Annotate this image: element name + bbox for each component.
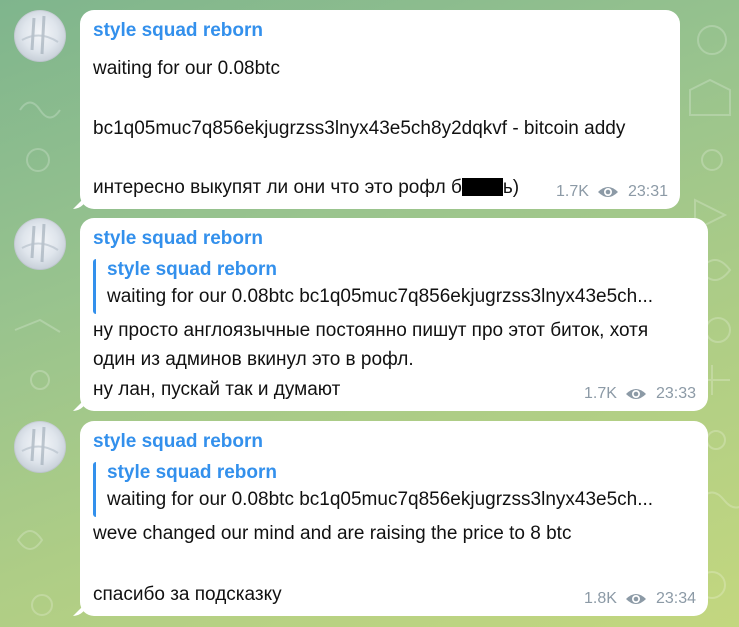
sender-name[interactable]: style squad reborn bbox=[93, 20, 263, 42]
message-time: 23:33 bbox=[655, 385, 696, 402]
message-time: 23:34 bbox=[655, 590, 696, 607]
eye-icon bbox=[597, 187, 618, 197]
sender-name[interactable]: style squad reborn bbox=[93, 228, 263, 250]
view-count: 1.7K bbox=[584, 385, 617, 402]
avatar-image bbox=[21, 15, 59, 55]
message-meta: 1.7K 23:33 bbox=[584, 384, 696, 404]
message-text-line: ну лан, пускай так и думают bbox=[93, 379, 341, 400]
reply-preview[interactable]: style squad reborn waiting for our 0.08b… bbox=[93, 259, 694, 314]
message-bubble[interactable]: style squad reborn style squad reborn wa… bbox=[80, 421, 708, 616]
view-count: 1.7K bbox=[556, 183, 589, 200]
avatar-image bbox=[21, 223, 59, 263]
reply-text: waiting for our 0.08btc bc1q05muc7q856ek… bbox=[107, 489, 654, 510]
redacted-block bbox=[461, 178, 503, 196]
reply-text: waiting for our 0.08btc bc1q05muc7q856ek… bbox=[107, 286, 654, 307]
reply-sender: style squad reborn bbox=[107, 259, 277, 280]
message-meta: 1.8K 23:34 bbox=[584, 589, 696, 609]
eye-icon bbox=[625, 389, 646, 399]
message-meta: 1.7K 23:31 bbox=[556, 182, 668, 202]
eye-icon bbox=[625, 594, 646, 604]
message-bubble[interactable]: style squad reborn waiting for our 0.08b… bbox=[80, 10, 680, 209]
channel-avatar[interactable] bbox=[14, 218, 66, 270]
channel-avatar[interactable] bbox=[14, 421, 66, 473]
message-time: 23:31 bbox=[627, 183, 668, 200]
message-text-line: ну просто англоязычные постоянно пишут п… bbox=[93, 320, 649, 341]
message-text-fragment: ь) bbox=[502, 177, 520, 198]
message-text-line: один из админов вкинул это в рофл. bbox=[93, 349, 414, 370]
reply-sender: style squad reborn bbox=[107, 462, 277, 483]
avatar-image bbox=[21, 426, 59, 466]
sender-name[interactable]: style squad reborn bbox=[93, 431, 263, 453]
message-text-line: интересно выкупят ли они что это рофл б ь… bbox=[93, 177, 519, 199]
message-text-line: waiting for our 0.08btc bbox=[93, 58, 280, 79]
message-bubble[interactable]: style squad reborn style squad reborn wa… bbox=[80, 218, 708, 411]
channel-avatar[interactable] bbox=[14, 10, 66, 62]
view-count: 1.8K bbox=[584, 590, 617, 607]
message-text-fragment: интересно выкупят ли они что это рофл б bbox=[93, 177, 462, 198]
reply-preview[interactable]: style squad reborn waiting for our 0.08b… bbox=[93, 462, 694, 517]
message-text-line: weve changed our mind and are raising th… bbox=[93, 523, 572, 544]
message-text-line: спасибо за подсказку bbox=[93, 584, 282, 605]
message-text-line: bc1q05muc7q856ekjugrzss3lnyx43e5ch8y2dqk… bbox=[93, 118, 626, 139]
